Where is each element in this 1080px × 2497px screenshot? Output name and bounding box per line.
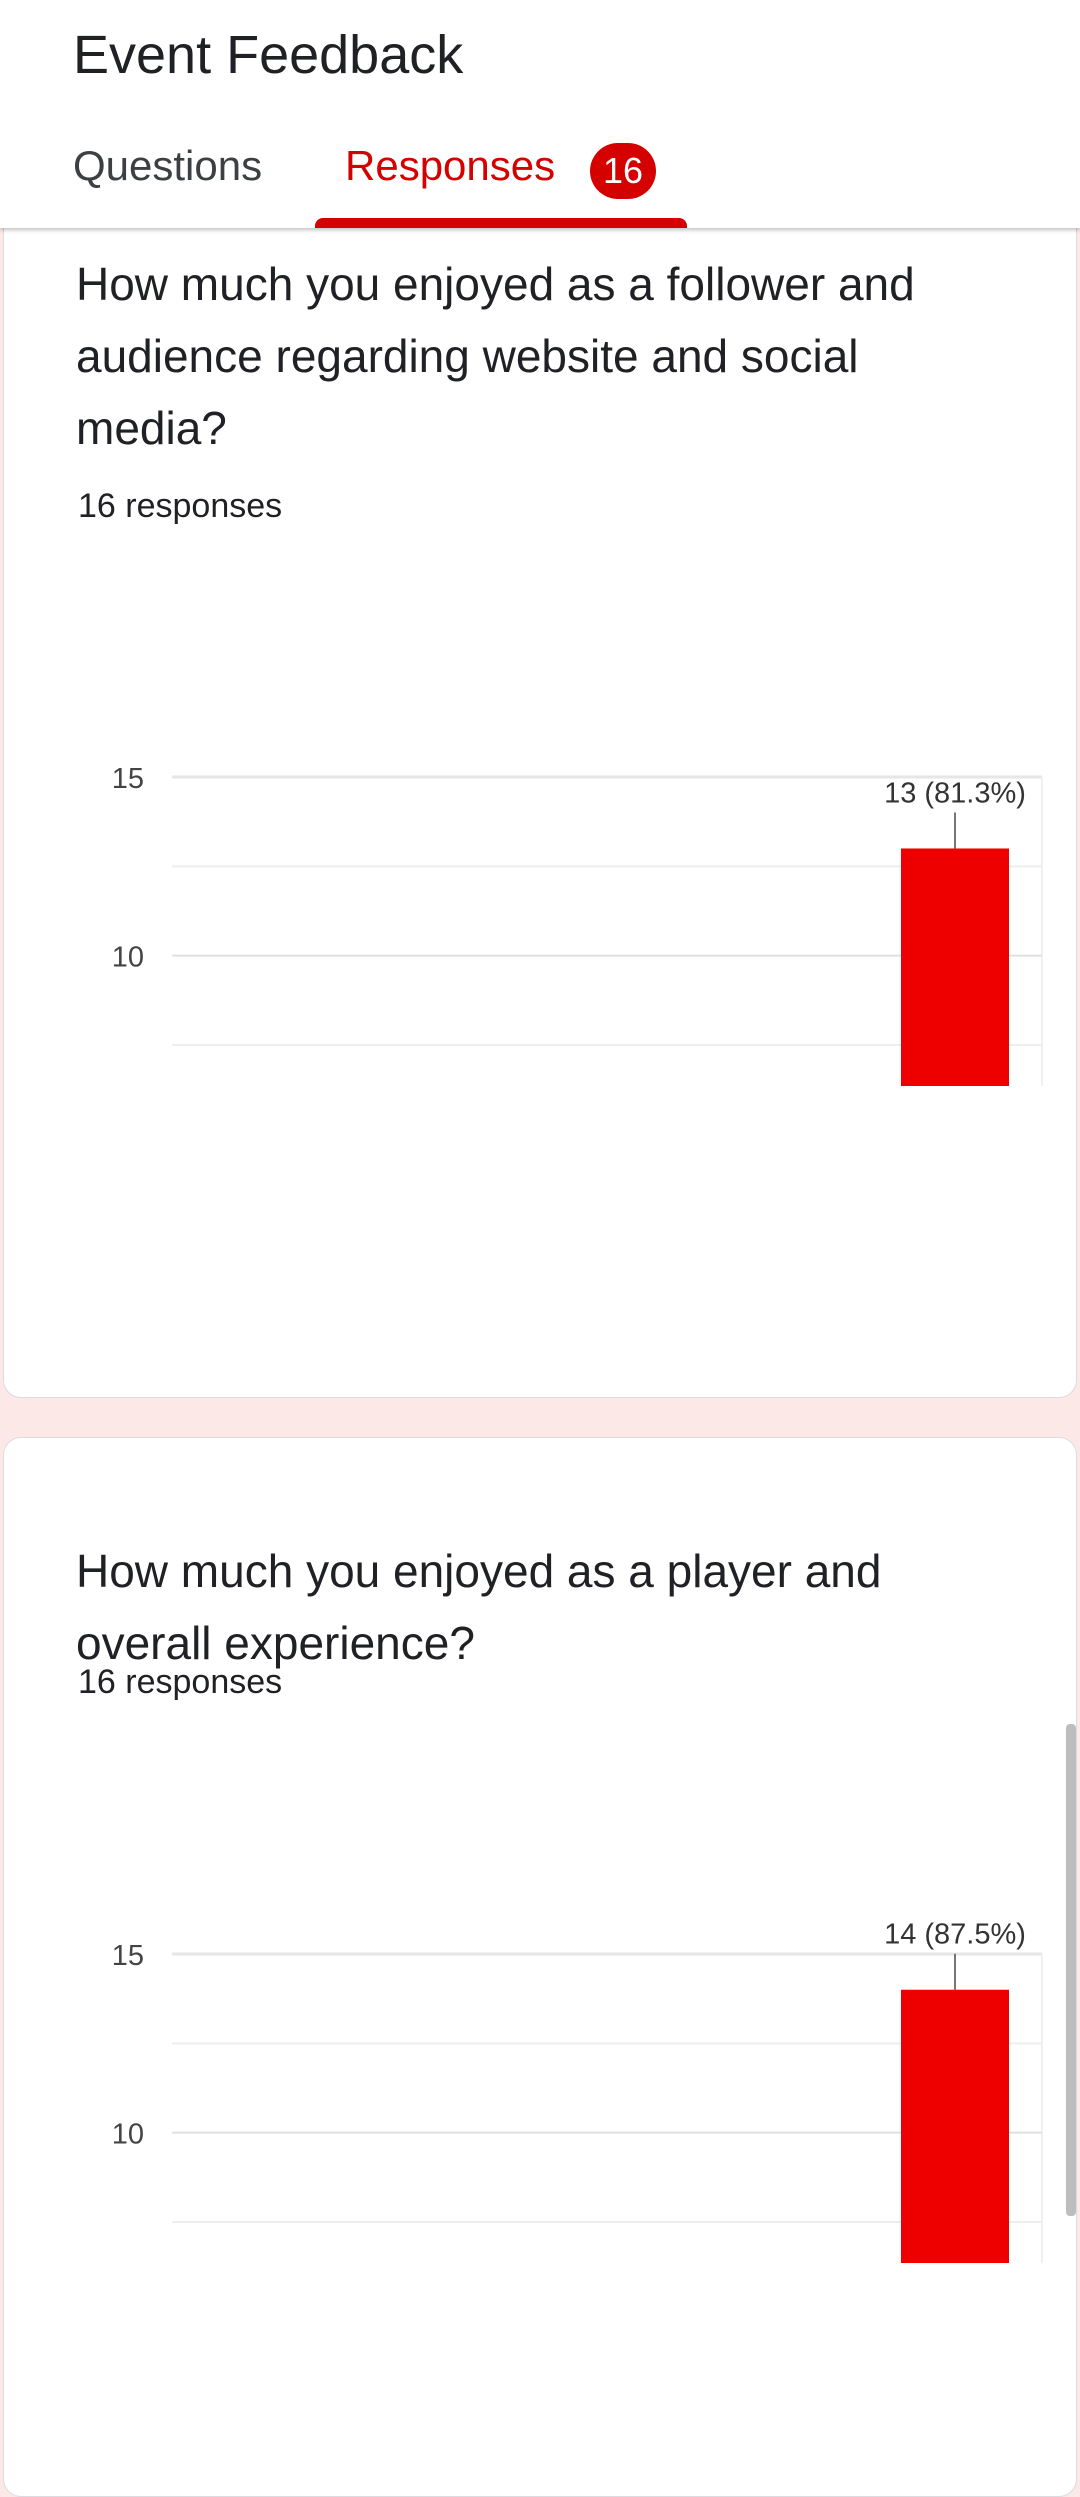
bar-5 xyxy=(901,1989,1009,2263)
tab-questions[interactable]: Questions xyxy=(73,142,262,190)
y-tick-label: 15 xyxy=(112,1940,144,1972)
tab-responses[interactable]: Responses xyxy=(345,142,555,190)
scrollbar[interactable] xyxy=(1066,1724,1076,2216)
question-title: How much you enjoyed as a follower and a… xyxy=(76,258,915,454)
question-title: How much you enjoyed as a player and ove… xyxy=(76,1545,882,1669)
data-label: 13 (81.3%) xyxy=(884,777,1026,809)
y-tick-label: 10 xyxy=(112,942,144,974)
form-title: Event Feedback xyxy=(73,25,464,85)
bar-chart: 0510150 (0%)10 (0%)21 (6.3%)31 (6.3%)414… xyxy=(112,1919,1043,2263)
bar-5 xyxy=(901,848,1009,1086)
app-header: Event Feedback Questions Responses 16 xyxy=(0,0,1080,228)
active-tab-indicator xyxy=(315,218,687,228)
y-tick-label: 10 xyxy=(112,2119,144,2151)
response-count: 16 responses xyxy=(78,487,283,525)
y-tick-label: 15 xyxy=(112,763,144,795)
response-count: 16 responses xyxy=(78,1663,283,1701)
data-label: 14 (87.5%) xyxy=(884,1919,1026,1951)
bar-chart: 0510150 (0%)11 (6.3%)20 (0%)32 (12.5%)41… xyxy=(112,763,1043,1086)
question-card-2: How much you enjoyed as a player and ove… xyxy=(3,1437,1077,2497)
responses-count-badge: 16 xyxy=(590,143,656,199)
question-card-1: How much you enjoyed as a follower and a… xyxy=(3,140,1077,1398)
